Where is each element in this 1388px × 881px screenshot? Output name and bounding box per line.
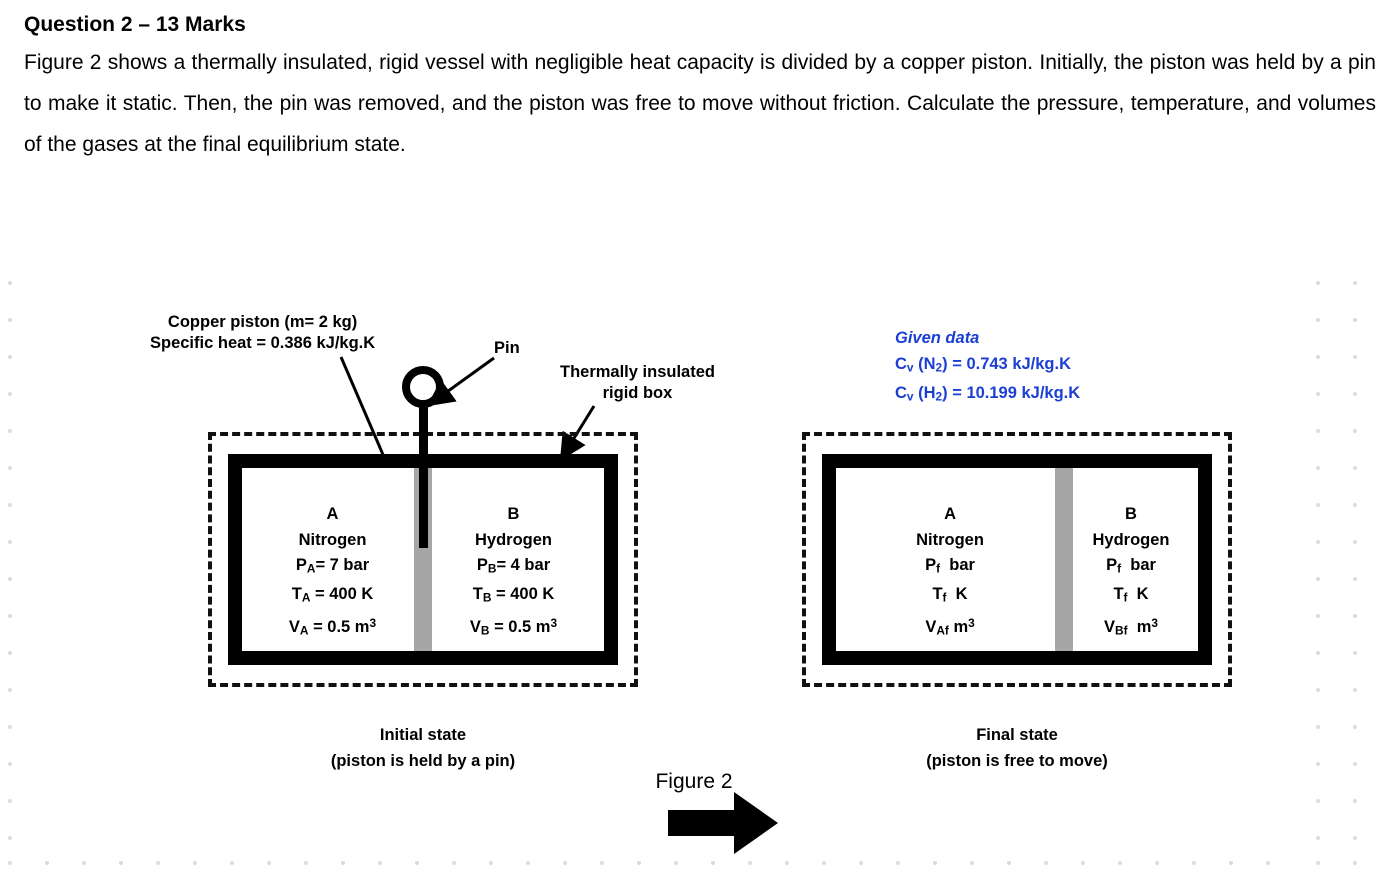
initial-chamber-a-pressure: PA= 7 bar [295,556,370,576]
final-chamber-a-volume: VAf m3 [925,616,975,638]
initial-chamber-a-gas: Nitrogen [298,530,367,549]
figure-caption: Figure 2 [655,770,733,793]
initial-chamber-b-temperature: TB = 400 K [472,585,555,605]
pin-rod [419,403,428,548]
final-chamber-b-id: B [1125,505,1137,523]
pin-ring-icon [402,366,444,408]
final-chamber-a-gas: Nitrogen [916,530,984,549]
initial-chamber-a: A Nitrogen PA= 7 bar TA = 400 K VA = 0.5… [242,502,423,644]
figure-2: Copper piston (m= 2 kg) Specific heat = … [0,250,1388,854]
final-chamber-a: A Nitrogen Pf bar Tf K VAf m3 [836,502,1064,644]
given-data-title: Given data [895,329,980,347]
final-chamber-b-pressure: Pf bar [1106,556,1156,576]
initial-state-caption-line1: Initial state [379,726,467,744]
initial-chamber-b-volume: VB = 0.5 m3 [469,616,558,638]
initial-chamber-b-pressure: PB= 4 bar [476,556,551,576]
question-heading: Question 2 – 13 Marks [24,13,246,36]
initial-chamber-b-gas: Hydrogen [474,530,552,549]
initial-chamber-b-id: B [507,505,520,523]
initial-chamber-a-temperature: TA = 400 K [291,585,374,605]
final-state-vessel: A Nitrogen Pf bar Tf K VAf m3 B Hydrogen… [802,432,1232,687]
final-chamber-a-pressure: Pf bar [925,556,975,576]
given-data-block: Given data Cv (N2) = 0.743 kJ/kg.K Cv (H… [895,326,1080,410]
final-cavity: A Nitrogen Pf bar Tf K VAf m3 B Hydrogen… [836,468,1198,651]
question-body: Figure 2 shows a thermally insulated, ri… [24,51,1376,156]
final-chamber-a-id: A [944,505,956,523]
given-data-cv-n2: Cv (N2) = 0.743 kJ/kg.K [895,354,1072,375]
final-chamber-b-volume: VBf m3 [1104,616,1159,638]
question-block: Question 2 – 13 Marks Figure 2 shows a t… [24,8,1376,165]
leader-line-pin [426,356,495,407]
given-data-cv-h2: Cv (H2) = 10.199 kJ/kg.K [895,383,1081,404]
final-state-caption: Final state (piston is free to move) [802,722,1232,774]
initial-state-caption: Initial state (piston is held by a pin) [208,722,638,774]
initial-chamber-a-id: A [326,505,339,523]
final-rigid-wall: A Nitrogen Pf bar Tf K VAf m3 B Hydrogen… [822,454,1212,665]
transition-arrow-icon [668,792,778,854]
final-chamber-b-gas: Hydrogen [1092,530,1170,549]
final-chamber-b-temperature: Tf K [1113,585,1149,605]
final-state-caption-line1: Final state [976,726,1058,744]
final-chamber-a-temperature: Tf K [932,585,968,605]
final-chamber-b: B Hydrogen Pf bar Tf K VBf m3 [1064,502,1198,644]
initial-chamber-b: B Hydrogen PB= 4 bar TB = 400 K VB = 0.5… [423,502,604,644]
initial-chamber-a-volume: VA = 0.5 m3 [288,616,377,638]
